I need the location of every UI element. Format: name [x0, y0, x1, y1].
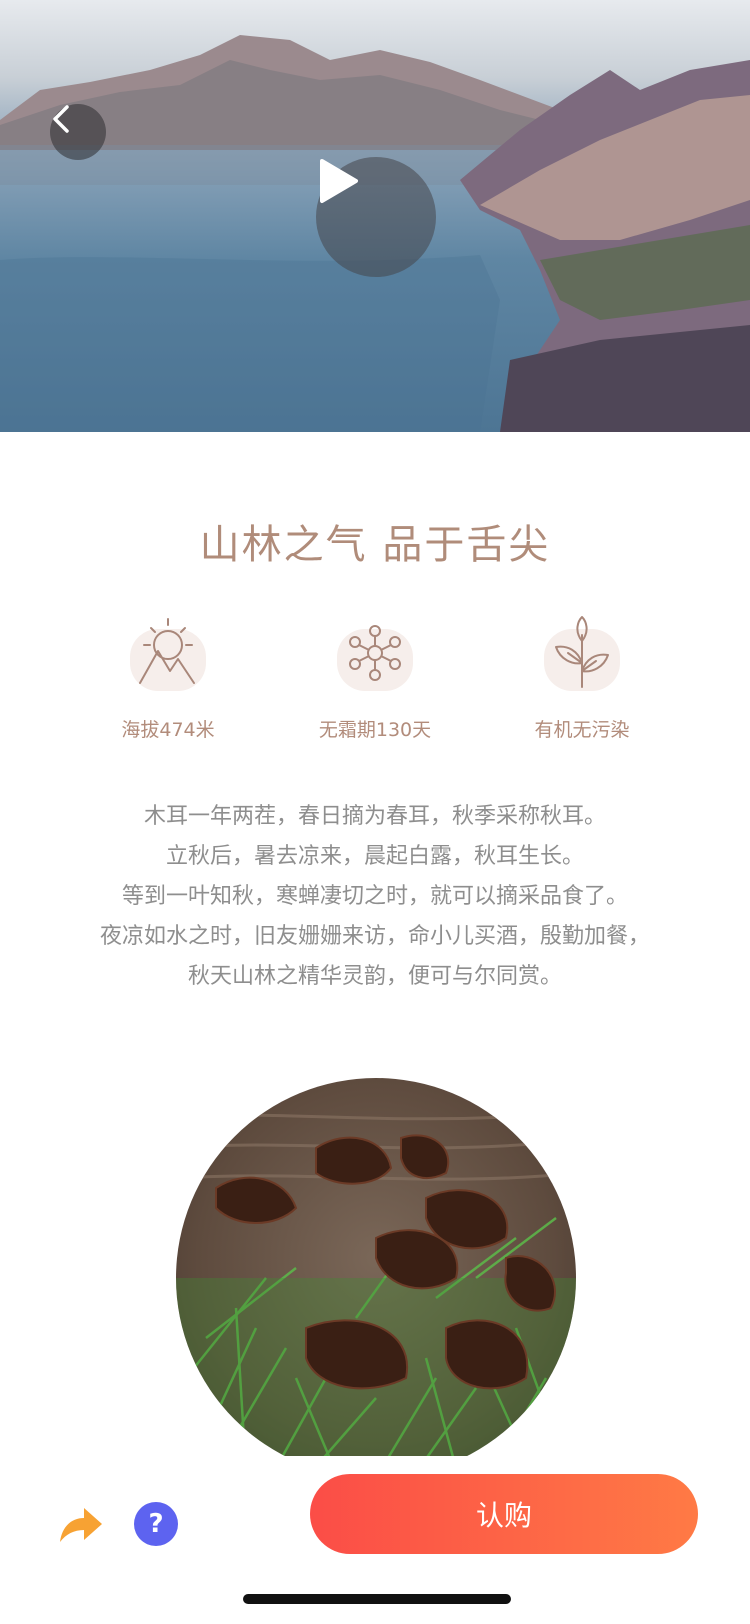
feature-label: 有机无污染 — [534, 719, 630, 741]
back-button[interactable] — [50, 104, 106, 160]
help-button[interactable]: ? — [134, 1502, 178, 1546]
description-line: 木耳一年两茬，春日摘为春耳，秋季采称秋耳。 — [143, 804, 606, 829]
share-arrow-icon — [56, 1508, 104, 1552]
share-button[interactable] — [56, 1500, 104, 1548]
buy-button[interactable]: 认购 — [310, 1474, 698, 1554]
feature-list: 海拔474米 无霜期130天 有机无污染 — [0, 615, 750, 745]
page-title: 山林之气 品于舌尖 — [199, 522, 551, 568]
feature-organic: 有机无污染 — [482, 615, 682, 742]
hero-video[interactable] — [0, 0, 750, 432]
description-line: 秋天山林之精华灵韵，便可与尔同赏。 — [187, 964, 562, 989]
description-line: 等到一叶知秋，寒蝉凄切之时，就可以摘采品食了。 — [121, 884, 628, 909]
description-line: 夜凉如水之时，旧友姗姗来访，命小儿买酒，殷勤加餐， — [99, 924, 650, 949]
feature-altitude: 海拔474米 — [68, 615, 268, 742]
description: 木耳一年两茬，春日摘为春耳，秋季采称秋耳。 立秋后，暑去凉来，晨起白露，秋耳生长… — [0, 797, 750, 997]
feature-label: 海拔474米 — [121, 719, 215, 741]
home-indicator — [243, 1594, 511, 1604]
feature-label: 无霜期130天 — [318, 719, 432, 741]
feature-frost-free: 无霜期130天 — [275, 615, 475, 742]
play-button[interactable] — [316, 157, 436, 277]
product-image — [176, 1078, 576, 1478]
description-line: 立秋后，暑去凉来，晨起白露，秋耳生长。 — [165, 844, 584, 869]
